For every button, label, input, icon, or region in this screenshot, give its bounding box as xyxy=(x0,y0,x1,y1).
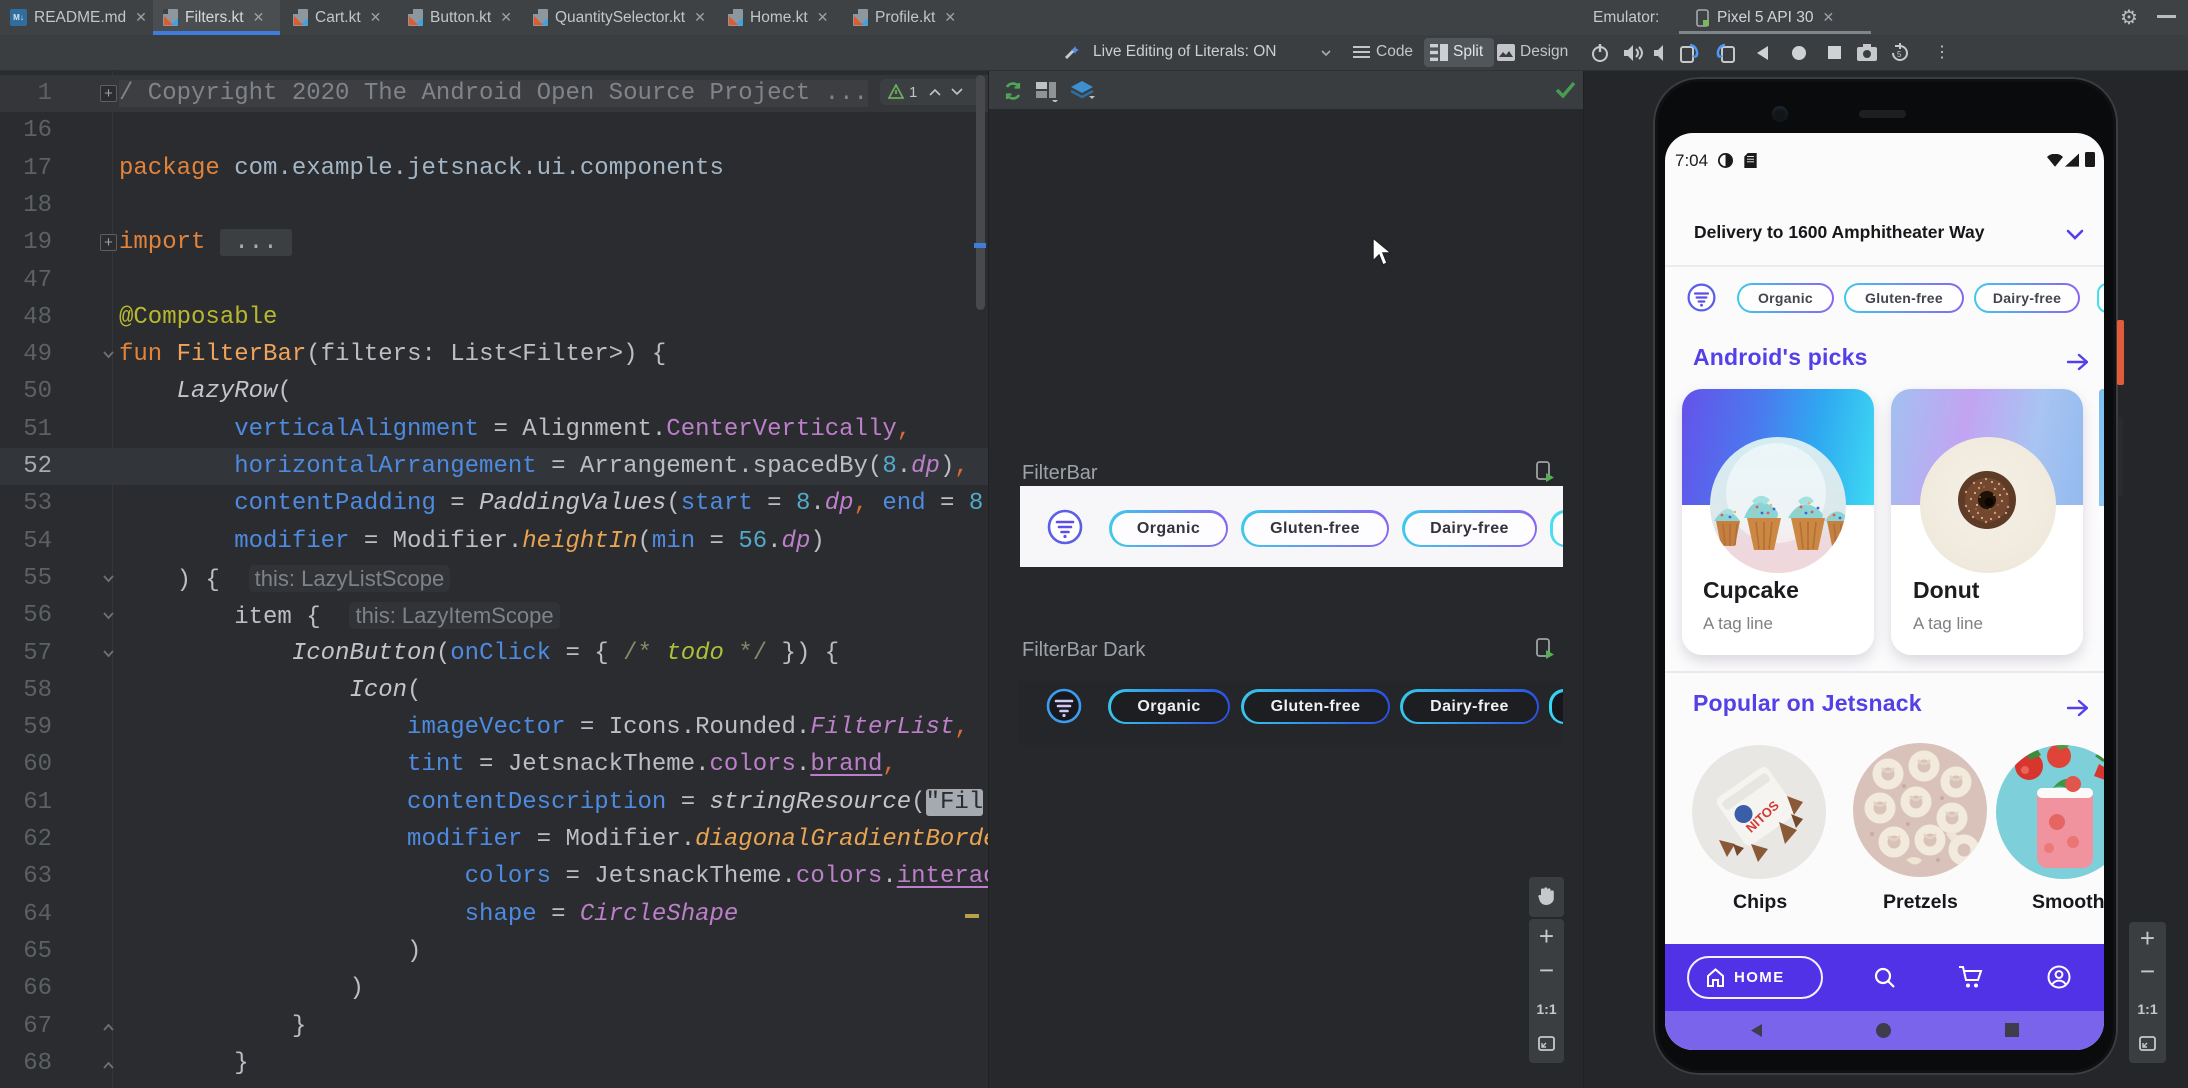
svg-text:5: 5 xyxy=(1897,50,1902,59)
